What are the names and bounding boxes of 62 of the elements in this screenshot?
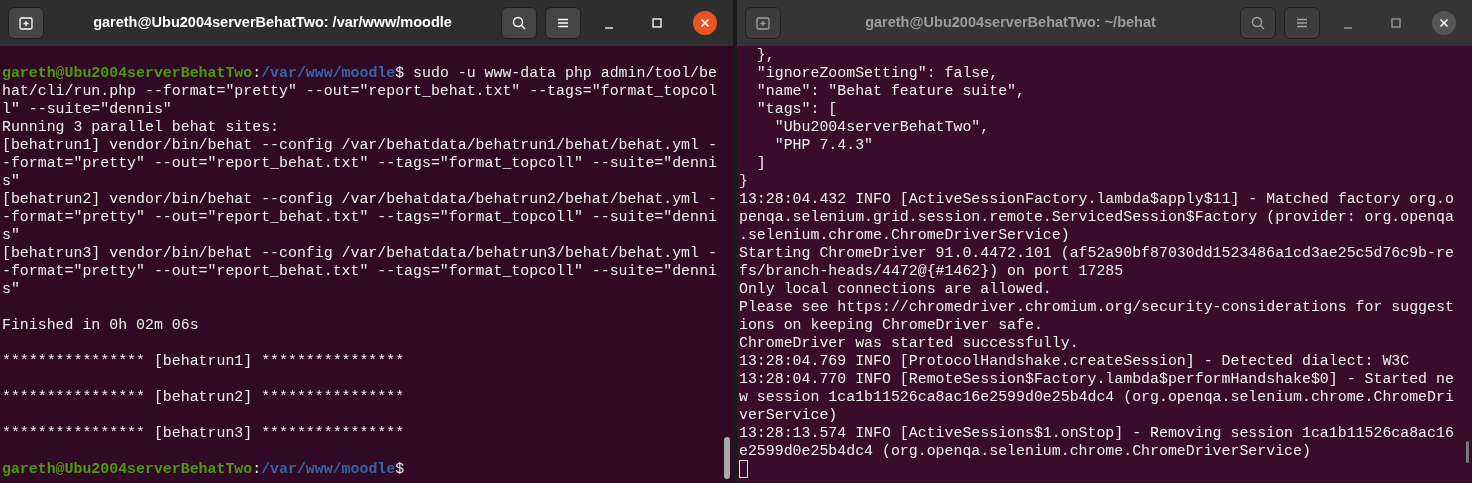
terminal-line: Finished in 0h 02m 06s [2, 316, 199, 334]
close-button[interactable] [693, 11, 717, 35]
terminal-line: [behatrun2] vendor/bin/behat --config /var/behatdata/behatrun2/behat/behat.yml - [2, 190, 717, 208]
terminal-line: **************** [behatrun3] **************** [2, 424, 405, 442]
menu-button[interactable] [1284, 7, 1320, 39]
terminal-line: s" [2, 172, 20, 190]
maximize-icon [1388, 15, 1404, 31]
terminal-line: e2599d0e25b4dc4 (org.openqa.selenium.chrome.ChromeDriverService) [739, 442, 1311, 460]
terminal-line: ] [755, 154, 766, 172]
terminal-line: 13:28:04.432 INFO [ActiveSessionFactory.lambda$apply$11] - Matched factory org.o [739, 190, 1454, 208]
terminal-line: -format="pretty" --out="report_behat.txt" --tags="format_topcoll" --suite="denni [2, 262, 717, 280]
terminal-line: "tags": [ [755, 100, 838, 118]
new-tab-button[interactable] [745, 7, 781, 39]
search-icon [511, 15, 527, 31]
search-icon [1250, 15, 1266, 31]
search-button[interactable] [1240, 7, 1276, 39]
terminal-line: -format="pretty" --out="report_behat.txt" --tags="format_topcoll" --suite="denni [2, 208, 717, 226]
terminal-line: Please see https://chromedriver.chromium.org/security-considerations for suggest [739, 298, 1454, 316]
terminal-line: 13:28:04.770 INFO [RemoteSession$Factory.lambda$performHandshake$0] - Started ne [739, 370, 1454, 388]
terminal-line: .selenium.chrome.ChromeDriverService) [739, 226, 1070, 244]
search-button[interactable] [501, 7, 537, 39]
window-title: gareth@Ubu2004serverBehatTwo: /var/www/moodle [92, 13, 453, 33]
terminal-line: Only local connections are allowed. [739, 280, 1052, 298]
terminal-line: -format="pretty" --out="report_behat.txt" --tags="format_topcoll" --suite="denni [2, 154, 717, 172]
terminal-line: s" [2, 226, 20, 244]
terminal-line: Starting ChromeDriver 91.0.4472.101 (af52a90bf87030dd1523486a1cd3ae25c5d76c9b-re [739, 244, 1454, 262]
terminal-line: w session 1ca1b11526ca8ac16e2599d0e25b4dc4 (org.openqa.selenium.chrome.ChromeDri [739, 388, 1454, 406]
terminal-line: 13:28:13.574 INFO [ActiveSessions$1.onStop] - Removing session 1ca1b11526ca8ac16 [739, 424, 1454, 442]
minimize-icon [1343, 27, 1353, 29]
terminal-line: l" --suite="dennis" [2, 100, 172, 118]
terminal-line: **************** [behatrun1] **************** [2, 352, 405, 370]
terminal-line: "Ubu2004serverBehatTwo", [773, 118, 990, 136]
terminal-line: hat/cli/run.php --format="pretty" --out="report_behat.txt" --tags="format_topcol [2, 82, 717, 100]
terminal-line: Running 3 parallel behat sites: [2, 118, 279, 136]
scrollbar-thumb[interactable] [1466, 441, 1469, 463]
maximize-icon [649, 15, 665, 31]
terminal-line: ions on keeping ChromeDriver safe. [739, 316, 1043, 334]
minimize-icon [604, 27, 614, 29]
window-title: gareth@Ubu2004serverBehatTwo: ~/behat [864, 13, 1157, 33]
new-tab-icon [18, 15, 34, 31]
terminal-line: "name": "Behat feature suite", [755, 82, 1025, 100]
terminal-line: } [739, 172, 748, 190]
menu-button[interactable] [545, 7, 581, 39]
terminal-line: "ignoreZoomSetting": false, [755, 64, 999, 82]
prompt-line: gareth@Ubu2004serverBehatTwo:/var/www/moodle$ [2, 460, 405, 478]
terminal-line: s" [2, 280, 20, 298]
terminal-line: fs/branch-heads/4472@{#1462}) on port 17285 [739, 262, 1124, 280]
close-button[interactable] [1432, 11, 1456, 35]
prompt-line: gareth@Ubu2004serverBehatTwo:/var/www/moodle$ sudo -u www-data php admin/tool/be [2, 64, 717, 82]
terminal-line: verService) [739, 406, 838, 424]
new-tab-button[interactable] [8, 7, 44, 39]
terminal-line: "PHP 7.4.3" [773, 136, 874, 154]
scrollbar-thumb[interactable] [724, 437, 730, 479]
cursor [739, 460, 748, 478]
terminal-line: [behatrun3] vendor/bin/behat --config /var/behatdata/behatrun3/behat/behat.yml - [2, 244, 717, 262]
new-tab-icon [755, 15, 771, 31]
terminal-line: ChromeDriver was started successfully. [739, 334, 1079, 352]
terminal-line: **************** [behatrun2] **************** [2, 388, 405, 406]
terminal-line: [behatrun1] vendor/bin/behat --config /var/behatdata/behatrun1/behat/behat.yml - [2, 136, 717, 154]
terminal-line: penqa.selenium.grid.session.remote.ServicedSession$Factory (provider: org.openqa [739, 208, 1454, 226]
terminal-line: }, [755, 46, 775, 64]
terminal-line: 13:28:04.769 INFO [ProtocolHandshake.createSession] - Detected dialect: W3C [739, 352, 1410, 370]
